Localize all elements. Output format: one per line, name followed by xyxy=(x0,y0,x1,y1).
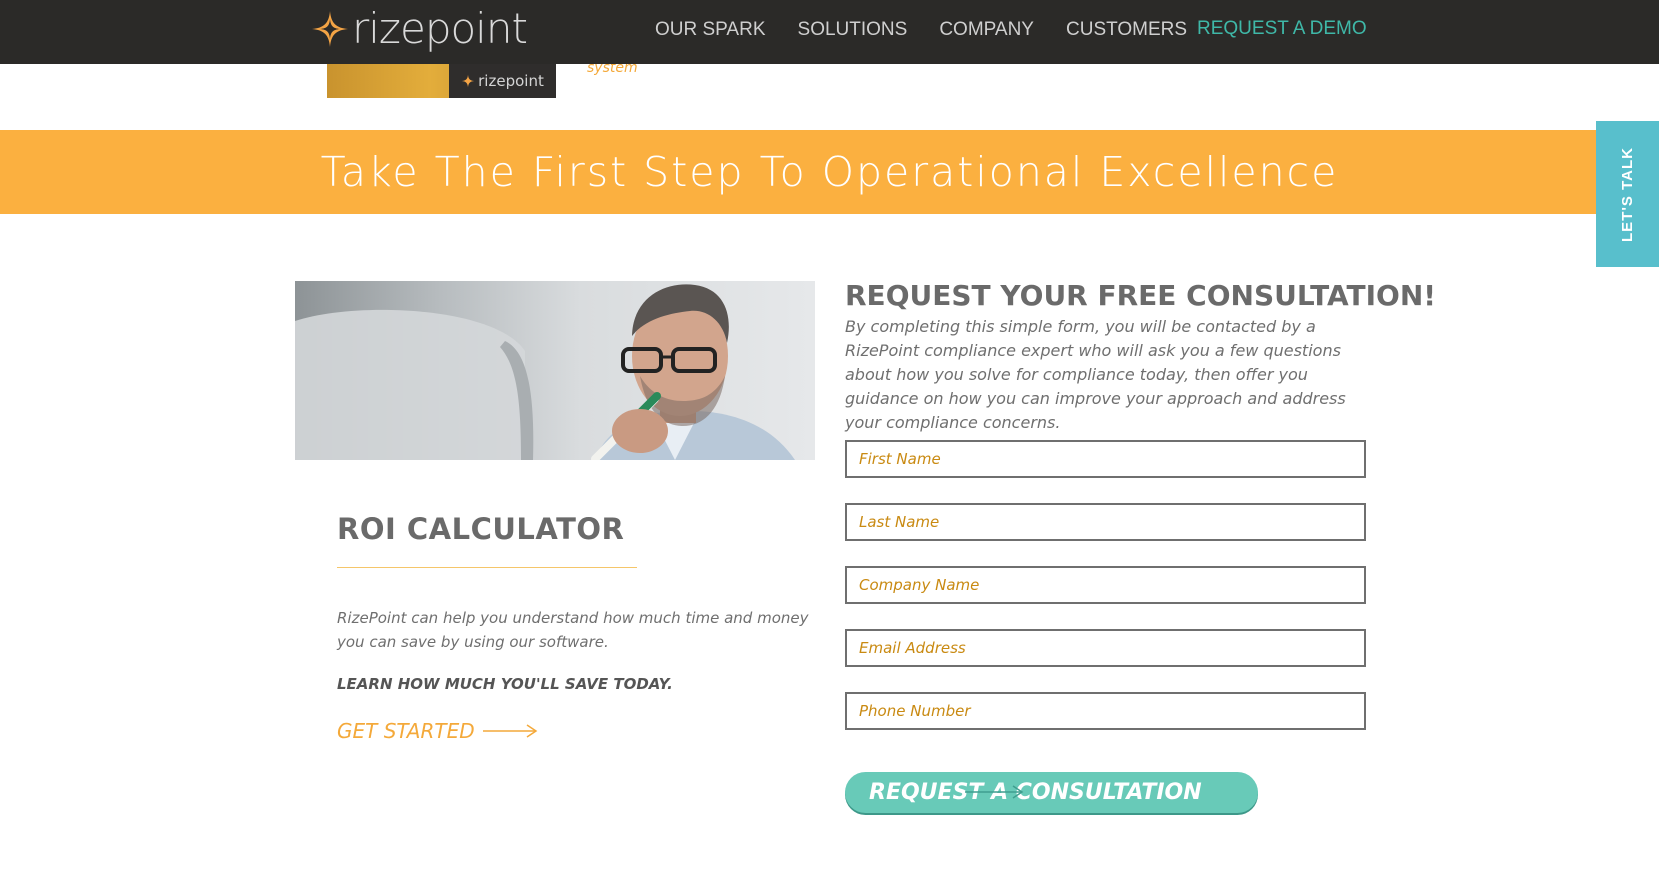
badge-wordmark: rizepoint xyxy=(478,72,544,90)
rizepoint-star-icon xyxy=(461,74,475,88)
request-demo-link[interactable]: REQUEST A DEMO xyxy=(1197,0,1367,58)
email-address-field[interactable] xyxy=(845,629,1366,667)
roi-calculator-title: ROI CALCULATOR xyxy=(337,512,625,546)
top-navigation: rizepoint OUR SPARK SOLUTIONS COMPANY CU… xyxy=(0,0,1659,64)
first-name-field[interactable] xyxy=(845,440,1366,478)
nav-link-solutions[interactable]: SOLUTIONS xyxy=(798,19,908,41)
site-logo[interactable]: rizepoint xyxy=(310,4,528,53)
man-with-glasses-image xyxy=(295,284,795,460)
roi-divider xyxy=(337,567,637,568)
banner-title: Take The First Step To Operational Excel… xyxy=(320,148,1339,196)
rizepoint-star-icon xyxy=(312,11,348,47)
arrow-right-icon xyxy=(482,724,537,738)
get-started-label: GET STARTED xyxy=(337,719,475,743)
request-consultation-button[interactable]: REQUEST A CONSULTATION xyxy=(845,772,1258,813)
featured-image-badge: rizepoint xyxy=(449,64,556,98)
get-started-link[interactable]: GET STARTED xyxy=(337,716,539,746)
consultant-photo xyxy=(295,281,815,460)
lets-talk-label: LET'S TALK xyxy=(1619,146,1637,242)
last-name-field[interactable] xyxy=(845,503,1366,541)
main-menu: OUR SPARK SOLUTIONS COMPANY CUSTOMERS xyxy=(655,0,1219,60)
arrow-right-icon xyxy=(965,785,1024,799)
nav-link-our-spark[interactable]: OUR SPARK xyxy=(655,19,766,41)
consultation-form-title: REQUEST YOUR FREE CONSULTATION! xyxy=(845,279,1437,312)
nav-link-company[interactable]: COMPANY xyxy=(939,19,1034,41)
phone-number-field[interactable] xyxy=(845,692,1366,730)
logo-wordmark: rizepoint xyxy=(352,4,528,53)
hero-banner: Take The First Step To Operational Excel… xyxy=(0,130,1659,214)
request-consultation-label: REQUEST A CONSULTATION xyxy=(869,780,1202,805)
roi-emphasis: LEARN HOW MUCH YOU'LL SAVE TODAY. xyxy=(337,675,673,693)
lets-talk-tab[interactable]: LET'S TALK xyxy=(1596,121,1659,267)
nav-link-customers[interactable]: CUSTOMERS xyxy=(1066,19,1187,41)
consultation-form-description: By completing this simple form, you will… xyxy=(845,317,1346,432)
roi-description: RizePoint can help you understand how mu… xyxy=(337,609,809,651)
company-name-field[interactable] xyxy=(845,566,1366,604)
